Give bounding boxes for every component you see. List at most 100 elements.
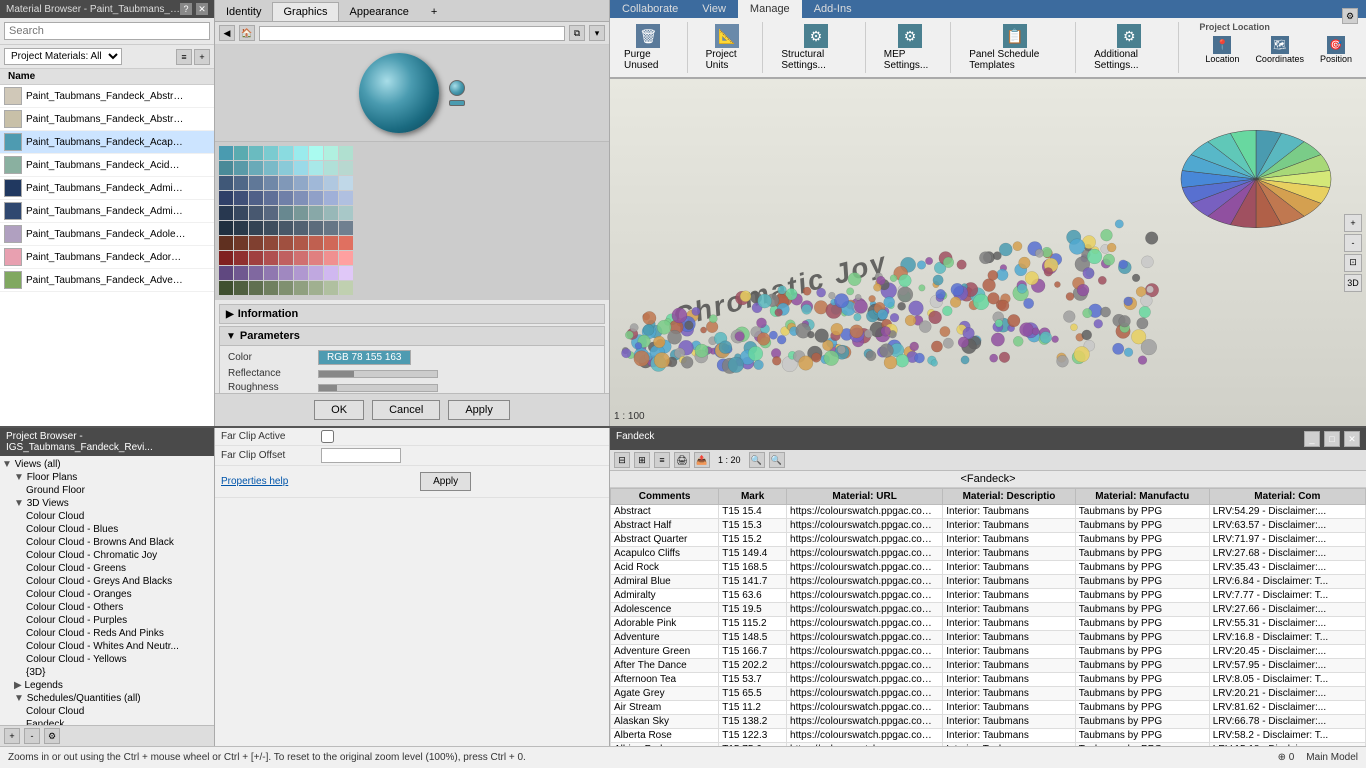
swatch-cell[interactable] [294,281,308,295]
table-row[interactable]: Abstract QuarterT15 15.2https://coloursw… [611,533,1366,547]
mat-home[interactable]: 🏠 [239,25,255,41]
tab-manage[interactable]: Manage [738,0,802,18]
far-clip-checkbox[interactable] [321,430,334,443]
fd-zoom-in[interactable]: 🔍 [749,452,765,468]
pb-collapse-btn[interactable]: - [24,728,40,744]
swatch-cell[interactable] [219,266,233,280]
swatch-cell[interactable] [324,236,338,250]
mat-copy[interactable]: ⧉ [569,25,585,41]
tab-addins[interactable]: Add-Ins [802,0,864,18]
parameters-header[interactable]: ▼ Parameters [219,326,605,346]
swatch-cell[interactable] [309,161,323,175]
material-list-item[interactable]: Paint_Taubmans_Fandeck_AdorablePink_T1..… [0,246,214,269]
swatch-cell[interactable] [339,146,353,160]
swatch-cell[interactable] [309,191,323,205]
pb-settings-btn[interactable]: ⚙ [44,728,60,744]
material-list-item[interactable]: Paint_Taubmans_Fandeck_AdmiralBlue_T15..… [0,177,214,200]
swatch-cell[interactable] [309,281,323,295]
add-material-button[interactable]: + [194,49,210,65]
fd-tool-3[interactable]: ≡ [654,452,670,468]
pb-expand-btn[interactable]: + [4,728,20,744]
fd-zoom-out[interactable]: 🔍 [769,452,785,468]
pb-tree-item[interactable]: ▼ Floor Plans [2,471,212,484]
swatch-cell[interactable] [279,176,293,190]
pb-tree-item[interactable]: Colour Cloud - Blues [2,523,212,536]
swatch-cell[interactable] [234,146,248,160]
swatch-cell[interactable] [339,266,353,280]
swatch-cell[interactable] [264,191,278,205]
coordinates-btn[interactable]: 🗺 Coordinates [1249,34,1310,66]
material-list-item[interactable]: Paint_Taubmans_Fandeck_Admiralty_T15_63.… [0,200,214,223]
swatch-cell[interactable] [234,281,248,295]
swatch-cell[interactable] [324,146,338,160]
fit-btn[interactable]: ⊡ [1344,254,1362,272]
material-list-item[interactable]: Paint_Taubmans_Fandeck_AbstractHalf_T15.… [0,85,214,108]
swatch-cell[interactable] [234,236,248,250]
pb-tree-item[interactable]: Colour Cloud - Reds And Pinks [2,627,212,640]
material-list-item[interactable]: Paint_Taubmans_Fandeck_AbstractQuarter_.… [0,108,214,131]
fd-tool-4[interactable]: 🖨 [674,452,690,468]
swatch-cell[interactable] [294,206,308,220]
fd-tool-2[interactable]: ⊞ [634,452,650,468]
swatch-cell[interactable] [249,176,263,190]
fandeck-close-btn[interactable]: ✕ [1344,431,1360,447]
search-input[interactable] [4,22,210,40]
swatch-cell[interactable] [324,176,338,190]
swatch-cell[interactable] [249,281,263,295]
swatch-cell[interactable] [264,176,278,190]
pb-tree-item[interactable]: ▼ 3D Views [2,497,212,510]
swatch-cell[interactable] [264,221,278,235]
swatch-cell[interactable] [294,251,308,265]
swatch-cell[interactable] [309,251,323,265]
swatch-cell[interactable] [219,281,233,295]
swatch-cell[interactable] [264,281,278,295]
table-row[interactable]: Air StreamT15 11.2https://colourswatch.p… [611,701,1366,715]
table-row[interactable]: Admiral BlueT15 141.7https://colourswatc… [611,575,1366,589]
swatch-cell[interactable] [249,221,263,235]
swatch-cell[interactable] [339,251,353,265]
pb-tree-item[interactable]: Colour Cloud - Purples [2,614,212,627]
location-btn[interactable]: 📍 Location [1199,34,1245,66]
swatch-cell[interactable] [294,191,308,205]
swatch-cell[interactable] [249,191,263,205]
swatch-cell[interactable] [279,266,293,280]
pb-tree-item[interactable]: Ground Floor [2,484,212,497]
position-btn[interactable]: 🎯 Position [1314,34,1358,66]
additional-btn[interactable]: ⚙ Additional Settings... [1088,22,1170,73]
swatch-cell[interactable] [219,191,233,205]
swatch-cell[interactable] [264,206,278,220]
swatch-cell[interactable] [309,266,323,280]
swatch-cell[interactable] [339,281,353,295]
swatch-cell[interactable] [234,176,248,190]
fd-tool-1[interactable]: ⊟ [614,452,630,468]
swatch-cell[interactable] [279,206,293,220]
table-row[interactable]: Abstract HalfT15 15.3https://colourswatc… [611,519,1366,533]
swatch-cell[interactable] [324,206,338,220]
ok-button[interactable]: OK [314,400,364,420]
mep-btn[interactable]: ⚙ MEP Settings... [878,22,942,73]
swatch-cell[interactable] [309,236,323,250]
swatch-cell[interactable] [264,146,278,160]
pb-tree-item[interactable]: Colour Cloud [2,705,212,718]
swatch-cell[interactable] [264,161,278,175]
color-button[interactable]: RGB 78 155 163 [318,350,411,365]
purge-btn[interactable]: 🗑 Purge Unused [618,22,679,73]
swatch-cell[interactable] [324,191,338,205]
swatch-cell[interactable] [234,221,248,235]
swatch-cell[interactable] [294,266,308,280]
swatch-cell[interactable] [219,146,233,160]
swatch-cell[interactable] [264,266,278,280]
swatch-cell[interactable] [339,206,353,220]
table-row[interactable]: Agate GreyT15 65.5https://colourswatch.p… [611,687,1366,701]
far-clip-offset-input[interactable]: 30000.0 [321,448,401,463]
fandeck-minimize-btn[interactable]: _ [1304,431,1320,447]
pb-tree-item[interactable]: ▶ Legends [2,679,212,692]
struct-btn[interactable]: ⚙ Structural Settings... [775,22,856,73]
material-name-input[interactable]: Paint_Taubm...s_T15_149.4 [259,26,565,41]
roughness-slider[interactable] [318,384,438,392]
swatch-cell[interactable] [309,221,323,235]
table-row[interactable]: After The DanceT15 202.2https://coloursw… [611,659,1366,673]
swatch-cell[interactable] [234,206,248,220]
table-row[interactable]: Afternoon TeaT15 53.7https://colourswatc… [611,673,1366,687]
swatch-cell[interactable] [219,206,233,220]
